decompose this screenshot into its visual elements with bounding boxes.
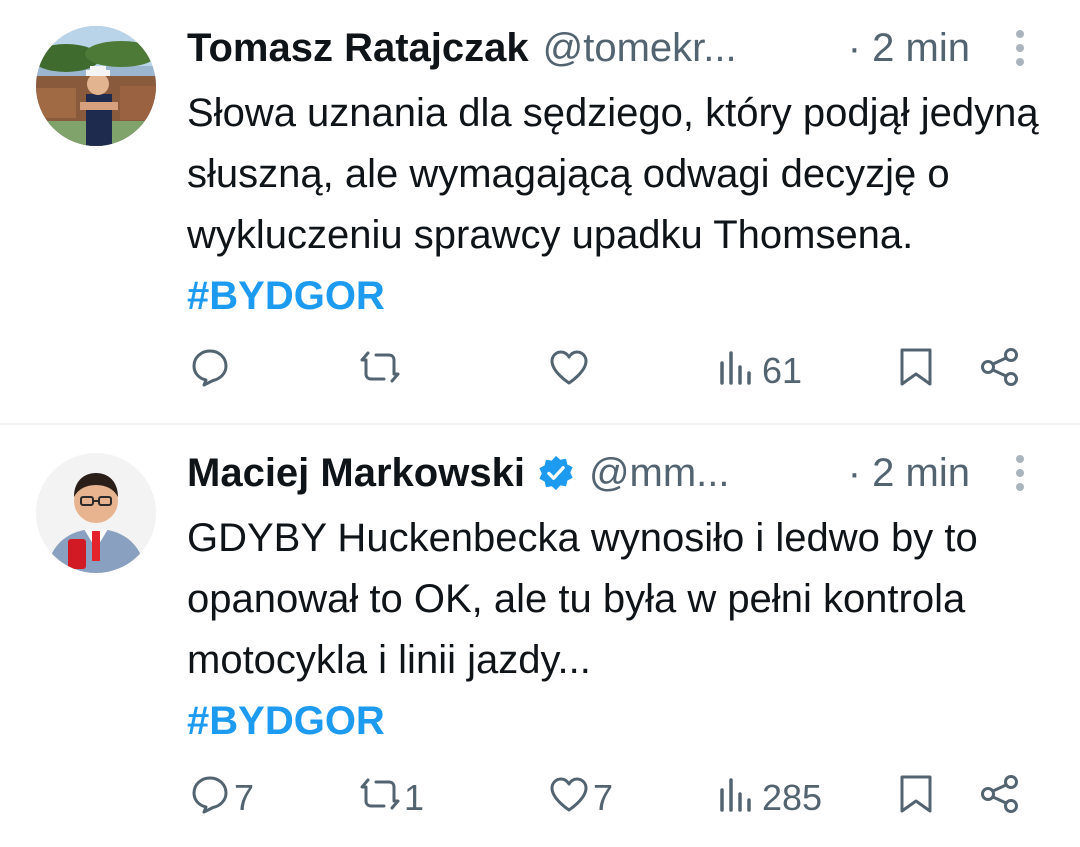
bookmark-icon xyxy=(894,772,938,825)
author-handle[interactable]: @tomekr... xyxy=(543,26,737,71)
bookmark-button[interactable] xyxy=(894,346,938,396)
like-button[interactable]: 7 xyxy=(547,773,613,823)
like-icon xyxy=(547,772,591,825)
retweet-icon xyxy=(358,772,402,825)
views-count: 285 xyxy=(762,777,823,818)
reply-icon xyxy=(188,772,232,825)
bookmark-icon xyxy=(894,345,938,398)
tweet-body: Słowa uznania dla sędziego, który podjął… xyxy=(187,91,1039,257)
tweet-header: Maciej Markowski @mm... · 2 min xyxy=(187,449,1080,497)
share-icon xyxy=(978,345,1022,398)
hashtag-link[interactable]: #BYDGOR xyxy=(187,274,385,318)
avatar[interactable] xyxy=(36,26,156,146)
tweet[interactable]: Tomasz Ratajczak @tomekr... · 2 min Słow… xyxy=(0,0,1080,424)
reply-button[interactable]: 7 xyxy=(188,773,254,823)
retweet-icon xyxy=(358,345,402,398)
share-button[interactable] xyxy=(978,773,1022,823)
reply-button[interactable] xyxy=(188,346,234,396)
views-count: 61 xyxy=(762,350,803,391)
timestamp[interactable]: · 2 min xyxy=(848,24,970,72)
more-icon[interactable] xyxy=(1008,453,1032,493)
more-icon[interactable] xyxy=(1008,28,1032,68)
views-button[interactable]: 285 xyxy=(716,773,822,823)
reply-icon xyxy=(188,345,232,398)
timestamp[interactable]: · 2 min xyxy=(848,449,970,497)
like-icon xyxy=(547,345,591,398)
hashtag-link[interactable]: #BYDGOR xyxy=(187,699,385,743)
action-bar: 61 xyxy=(0,346,1080,396)
like-button[interactable] xyxy=(547,346,593,396)
views-icon xyxy=(716,345,760,398)
tweet[interactable]: Maciej Markowski @mm... · 2 min GDYBY Hu… xyxy=(0,425,1080,847)
share-button[interactable] xyxy=(978,346,1022,396)
tweet-body: GDYBY Huckenbecka wynosiło i ledwo by to… xyxy=(187,516,978,682)
views-icon xyxy=(716,772,760,825)
retweet-count: 1 xyxy=(404,777,425,818)
tweet-text: GDYBY Huckenbecka wynosiło i ledwo by to… xyxy=(187,508,1057,752)
action-bar: 7 1 7 285 xyxy=(0,773,1080,823)
share-icon xyxy=(978,772,1022,825)
retweet-button[interactable] xyxy=(358,346,404,396)
like-count: 7 xyxy=(593,777,614,818)
bookmark-button[interactable] xyxy=(894,773,938,823)
views-button[interactable]: 61 xyxy=(716,346,802,396)
reply-count: 7 xyxy=(234,777,255,818)
tweet-text: Słowa uznania dla sędziego, który podjął… xyxy=(187,83,1057,327)
tweet-header: Tomasz Ratajczak @tomekr... · 2 min xyxy=(187,24,1080,72)
author-name[interactable]: Maciej Markowski xyxy=(187,451,525,496)
author-name[interactable]: Tomasz Ratajczak xyxy=(187,26,529,71)
author-handle[interactable]: @mm... xyxy=(589,451,730,496)
avatar[interactable] xyxy=(36,453,156,573)
verified-badge-icon xyxy=(537,454,575,492)
retweet-button[interactable]: 1 xyxy=(358,773,424,823)
